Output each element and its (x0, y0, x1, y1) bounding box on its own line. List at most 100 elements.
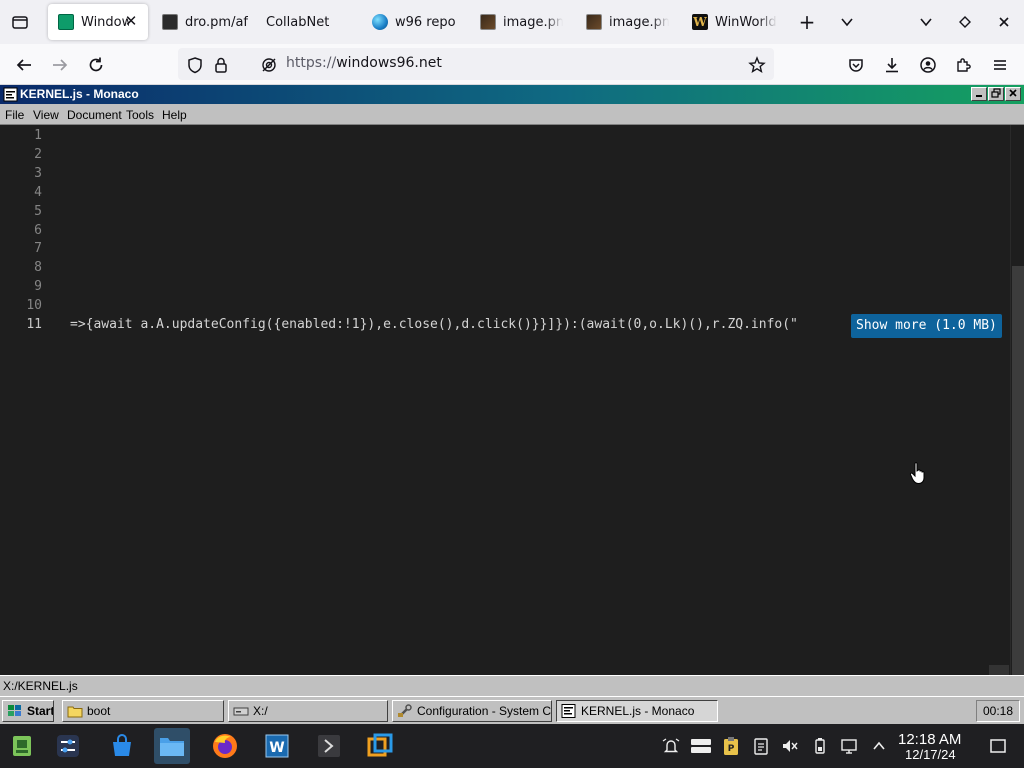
tab-windows96[interactable]: Window ✕ (48, 4, 148, 40)
app-launcher-button[interactable] (4, 728, 40, 764)
taskbar-item-monaco[interactable]: KERNEL.js - Monaco (556, 700, 718, 722)
shield-icon[interactable] (186, 56, 204, 74)
volume-tray-icon[interactable] (780, 736, 800, 756)
clipboard-manager-tray-icon[interactable] (751, 736, 771, 756)
taskbar-item-boot[interactable]: boot (62, 700, 224, 722)
image-icon (586, 14, 602, 30)
account-button[interactable] (915, 52, 941, 78)
menu-view[interactable]: View (33, 108, 59, 122)
back-button[interactable] (11, 52, 37, 78)
battery-tray-icon[interactable] (810, 736, 830, 756)
menu-tools[interactable]: Tools (126, 108, 154, 122)
chevron-down-icon (841, 18, 853, 27)
firefox-button[interactable] (207, 728, 243, 764)
new-tab-button[interactable]: + (795, 10, 819, 34)
store-button[interactable] (104, 728, 140, 764)
settings-icon (398, 704, 412, 717)
line-number-current: 11 (26, 317, 42, 332)
status-file-path: X:/KERNEL.js (3, 679, 78, 693)
lock-icon[interactable] (212, 56, 230, 74)
tab-list-button[interactable] (8, 10, 32, 34)
tab-collabnet[interactable]: CollabNet (256, 4, 360, 40)
terminal-button[interactable] (311, 728, 347, 764)
reload-button[interactable] (83, 52, 109, 78)
clipboard-tray-icon[interactable]: P (721, 736, 741, 756)
downloads-button[interactable] (879, 52, 905, 78)
virtual-machine-icon (367, 733, 393, 757)
line-number: 6 (34, 223, 42, 238)
diamond-icon (959, 16, 971, 28)
show-hidden-tray-button[interactable] (869, 736, 889, 756)
horizontal-scrollbar-thumb[interactable] (989, 665, 1009, 675)
taskbar-item-drive[interactable]: X:/ (228, 700, 388, 722)
window-restore-button[interactable] (988, 87, 1004, 101)
reload-icon (89, 57, 103, 72)
tab-label: CollabNet (266, 14, 330, 30)
image-icon (480, 14, 496, 30)
bookmark-star-icon[interactable] (748, 56, 766, 74)
scrollbar-thumb[interactable] (1012, 266, 1024, 675)
url-bar[interactable]: https://windows96.net (178, 48, 774, 80)
line-number: 5 (34, 204, 42, 219)
window-titlebar[interactable]: KERNEL.js - Monaco (0, 85, 1024, 104)
menu-document[interactable]: Document (67, 108, 122, 122)
chevron-up-icon (873, 741, 885, 750)
virtualbox-button[interactable] (362, 728, 398, 764)
close-tab-icon[interactable]: ✕ (122, 12, 140, 30)
tab-winworld[interactable]: W WinWorld (682, 4, 782, 40)
window-title: KERNEL.js - Monaco (20, 87, 139, 101)
tab-image-2[interactable]: image.pn (576, 4, 676, 40)
system-settings-button[interactable] (50, 728, 86, 764)
line-number: 8 (34, 260, 42, 275)
download-icon (886, 58, 898, 73)
word-app-button[interactable]: W (259, 728, 295, 764)
url-text[interactable]: https://windows96.net (286, 55, 442, 71)
menu-button[interactable] (987, 52, 1013, 78)
close-window-button[interactable] (992, 10, 1016, 34)
menu-file[interactable]: File (5, 108, 24, 122)
clock-date[interactable]: 12/17/24 (905, 747, 956, 762)
drive-icon (233, 707, 249, 716)
svg-text:P: P (728, 744, 735, 754)
tab-w96-repo[interactable]: w96 repo (362, 4, 466, 40)
close-icon (999, 17, 1009, 27)
start-button[interactable]: Start (2, 700, 54, 722)
file-manager-button[interactable] (154, 728, 190, 764)
taskbar-label: KERNEL.js - Monaco (581, 704, 695, 718)
puzzle-icon (957, 58, 971, 72)
code-editor[interactable]: 1 2 3 4 5 6 7 8 9 10 11 =>{await a.A.upd… (0, 125, 1024, 675)
window-close-button[interactable] (1005, 87, 1021, 101)
tab-label: WinWorld (715, 14, 777, 30)
code-line[interactable]: =>{await a.A.updateConfig({enabled:!1}),… (70, 317, 798, 332)
taskbar-item-configuration[interactable]: Configuration - System Con... (392, 700, 552, 722)
show-more-button[interactable]: Show more (1.0 MB) (851, 314, 1002, 338)
taskbar-label: boot (87, 704, 111, 718)
vertical-scrollbar[interactable] (1010, 125, 1024, 675)
terminal-icon (318, 735, 340, 757)
network-tray-icon[interactable] (840, 736, 860, 756)
window-minimize-button[interactable] (971, 87, 987, 101)
host-taskbar: W P 12:18 AM 12/17/24 (0, 724, 1024, 768)
android-launcher-icon (13, 736, 31, 756)
winworld-icon: W (692, 14, 708, 30)
tab-overflow-button[interactable] (835, 10, 859, 34)
minimize-button[interactable] (914, 10, 938, 34)
tab-dro-pm[interactable]: dro.pm/af (152, 4, 256, 40)
extensions-button[interactable] (951, 52, 977, 78)
tab-image-1[interactable]: image.pn (470, 4, 570, 40)
show-desktop-button[interactable] (988, 736, 1008, 756)
pocket-button[interactable] (843, 52, 869, 78)
arrow-right-icon (53, 59, 68, 71)
status-bar: X:/KERNEL.js (0, 675, 1024, 696)
line-number: 4 (34, 185, 42, 200)
clock-time[interactable]: 12:18 AM (898, 731, 961, 748)
maximize-button[interactable] (953, 10, 977, 34)
storage-tray-icon[interactable] (690, 736, 712, 756)
tracking-protection-icon[interactable] (260, 56, 278, 74)
notifications-tray-icon[interactable] (661, 736, 681, 756)
forward-button[interactable] (47, 52, 73, 78)
menu-help[interactable]: Help (162, 108, 187, 122)
globe-icon (372, 14, 388, 30)
line-number: 9 (34, 279, 42, 294)
folder-icon (160, 738, 184, 756)
